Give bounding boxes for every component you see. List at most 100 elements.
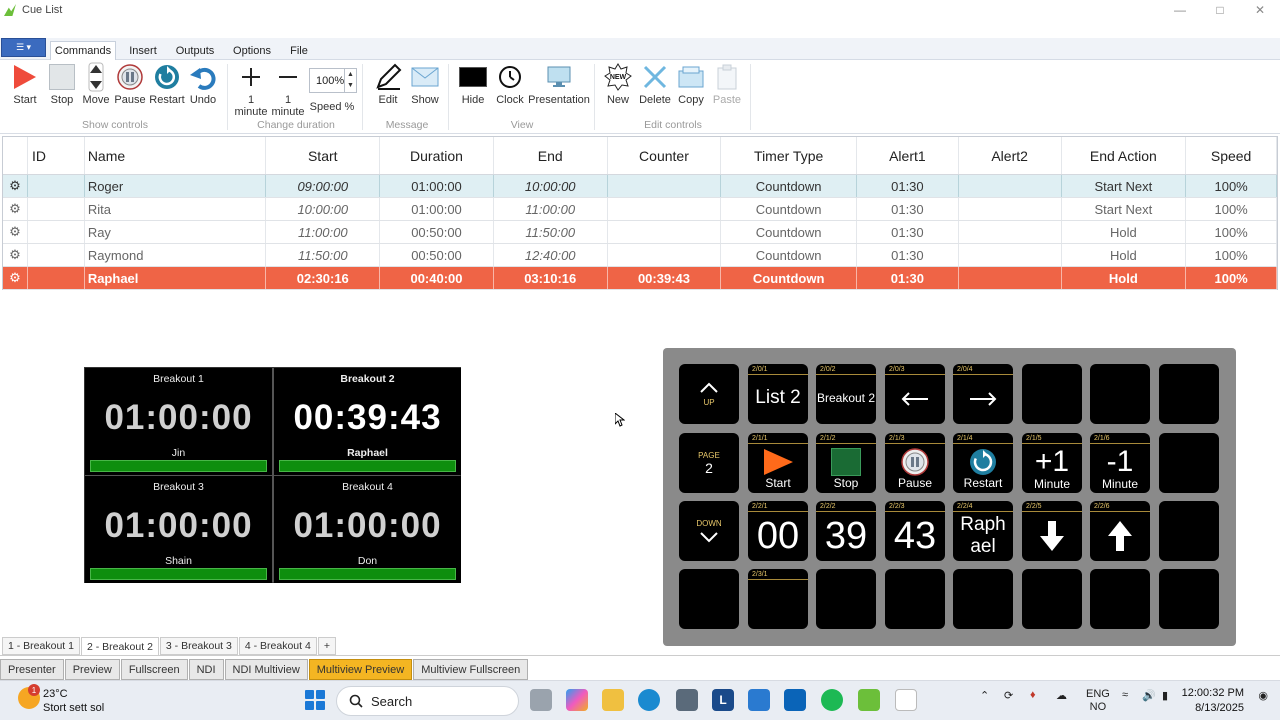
cell-alert1[interactable]: 01:30 (857, 244, 959, 266)
row-gear-icon[interactable]: ⚙ (3, 267, 28, 289)
blank-key[interactable] (1022, 569, 1082, 629)
taskbar-search[interactable]: Search (336, 686, 519, 716)
edge-icon[interactable] (638, 689, 660, 711)
previous-key[interactable]: 2/0/3 (885, 364, 945, 424)
cell-counter[interactable] (608, 175, 722, 197)
cell-alert2[interactable] (959, 221, 1062, 243)
undo-button[interactable]: Undo (188, 62, 218, 106)
cell-counter[interactable] (608, 244, 722, 266)
cell-id[interactable] (28, 221, 85, 243)
cell-start[interactable]: 11:50:00 (266, 244, 381, 266)
clock-button[interactable]: Clock (495, 62, 525, 106)
row-gear-icon[interactable]: ⚙ (3, 198, 28, 220)
start-button[interactable]: Start (10, 62, 40, 106)
header-alert2[interactable]: Alert2 (959, 137, 1062, 174)
hours-key[interactable]: 2/2/1 00 (748, 501, 808, 561)
copy-button[interactable]: Copy (676, 62, 706, 106)
header-end-action[interactable]: End Action (1062, 137, 1187, 174)
add-minute-key[interactable]: 2/1/5 +1 Minute (1022, 433, 1082, 493)
tab-ndi[interactable]: NDI (188, 659, 224, 680)
cell-duration[interactable]: 00:50:00 (380, 221, 494, 243)
header-speed[interactable]: Speed (1186, 137, 1277, 174)
blank-key[interactable] (1159, 501, 1219, 561)
cell-end[interactable]: 11:50:00 (494, 221, 608, 243)
speed-spinner[interactable]: ▲ ▼ (344, 69, 356, 92)
blank-key[interactable] (1159, 433, 1219, 493)
blank-key[interactable] (1159, 569, 1219, 629)
sync-icon[interactable]: ⟳ (1004, 689, 1013, 702)
cell-alert1[interactable]: 01:30 (857, 267, 959, 289)
chevron-up-icon[interactable]: ⌃ (980, 689, 989, 702)
restart-button[interactable]: Restart (149, 62, 185, 106)
tab-multiview-fullscreen[interactable]: Multiview Fullscreen (413, 659, 529, 680)
cell-speed[interactable]: 100% (1186, 175, 1277, 197)
taskbar-clock[interactable]: 12:00:32 PM 8/13/2025 (1182, 686, 1244, 716)
tab-multiview-preview[interactable]: Multiview Preview (308, 659, 413, 680)
table-row[interactable]: ⚙ Roger 09:00:00 01:00:00 10:00:00 Count… (3, 175, 1277, 198)
cell-speed[interactable]: 100% (1186, 267, 1277, 289)
cell-counter[interactable] (608, 198, 722, 220)
cell-start[interactable]: 10:00:00 (266, 198, 381, 220)
table-row[interactable]: ⚙ Ray 11:00:00 00:50:00 11:50:00 Countdo… (3, 221, 1277, 244)
cell-alert2[interactable] (959, 175, 1062, 197)
cell-name[interactable]: Raphael (85, 267, 267, 289)
cell-duration[interactable]: 01:00:00 (380, 198, 494, 220)
tab-breakout-4[interactable]: 4 - Breakout 4 (238, 637, 317, 655)
row-gear-icon[interactable]: ⚙ (3, 244, 28, 266)
list-key[interactable]: 2/0/1 List 2 (748, 364, 808, 424)
blank-key[interactable] (953, 569, 1013, 629)
move-button[interactable]: Move (81, 62, 111, 106)
volume-icon[interactable]: 🔊 (1142, 689, 1156, 702)
vs-code-icon[interactable] (748, 689, 770, 711)
cell-counter[interactable] (608, 221, 722, 243)
file-explorer-icon[interactable] (602, 689, 624, 711)
tab-breakout-2[interactable]: 2 - Breakout 2 (80, 637, 159, 655)
table-row[interactable]: ⚙ Rita 10:00:00 01:00:00 11:00:00 Countd… (3, 198, 1277, 221)
header-counter[interactable]: Counter (608, 137, 722, 174)
paste-button[interactable]: Paste (712, 62, 742, 106)
header-duration[interactable]: Duration (380, 137, 494, 174)
battery-icon[interactable]: ▮ (1162, 689, 1168, 702)
cell-end[interactable]: 11:00:00 (494, 198, 608, 220)
cell-counter[interactable]: 00:39:43 (608, 267, 722, 289)
show-message-button[interactable]: Show (410, 62, 440, 106)
speed-input[interactable]: 100% ▲ ▼ (309, 68, 357, 93)
blank-key[interactable] (816, 569, 876, 629)
cell-id[interactable] (28, 175, 85, 197)
cell-name[interactable]: Ray (85, 221, 267, 243)
start-key[interactable]: 2/1/1 Start (748, 433, 808, 493)
cell-timer-type[interactable]: Countdown (721, 198, 857, 220)
delete-button[interactable]: Delete (639, 62, 671, 106)
subtract-minute-button[interactable]: 1 minute (271, 62, 305, 118)
tab-ndi-multiview[interactable]: NDI Multiview (224, 659, 308, 680)
move-down-key[interactable]: 2/2/5 (1022, 501, 1082, 561)
cell-end-action[interactable]: Start Next (1062, 198, 1187, 220)
header-alert1[interactable]: Alert1 (857, 137, 959, 174)
header-id[interactable]: ID (28, 137, 85, 174)
cell-end[interactable]: 03:10:16 (494, 267, 608, 289)
cell-duration[interactable]: 01:00:00 (380, 175, 494, 197)
row-gear-icon[interactable]: ⚙ (3, 175, 28, 197)
presentation-button[interactable]: Presentation (528, 62, 590, 106)
windows-start-icon[interactable] (305, 690, 325, 710)
header-name[interactable]: Name (85, 137, 267, 174)
stop-key[interactable]: 2/1/2 Stop (816, 433, 876, 493)
multiview-cell[interactable]: Breakout 2 00:39:43 Raphael (274, 368, 461, 475)
cloud-icon[interactable]: ☁ (1056, 689, 1067, 702)
cell-name[interactable]: Raymond (85, 244, 267, 266)
cell-speed[interactable]: 100% (1186, 198, 1277, 220)
cell-alert1[interactable]: 01:30 (857, 198, 959, 220)
cell-end-action[interactable]: Hold (1062, 244, 1187, 266)
tab-insert[interactable]: Insert (124, 41, 162, 60)
pause-button[interactable]: Pause (114, 62, 146, 106)
wifi-icon[interactable]: ≈ (1122, 689, 1128, 701)
weather-widget[interactable]: 23°C Stort sett sol (43, 687, 104, 715)
tab-breakout-1[interactable]: 1 - Breakout 1 (2, 637, 80, 655)
table-row-live[interactable]: ⚙ Raphael 02:30:16 00:40:00 03:10:16 00:… (3, 267, 1277, 290)
cell-timer-type[interactable]: Countdown (721, 221, 857, 243)
cell-timer-type[interactable]: Countdown (721, 175, 857, 197)
cell-duration[interactable]: 00:40:00 (380, 267, 494, 289)
notification-bell-icon[interactable]: ◉ (1258, 689, 1268, 702)
blank-key[interactable] (1022, 364, 1082, 424)
restart-key[interactable]: 2/1/4 Restart (953, 433, 1013, 493)
